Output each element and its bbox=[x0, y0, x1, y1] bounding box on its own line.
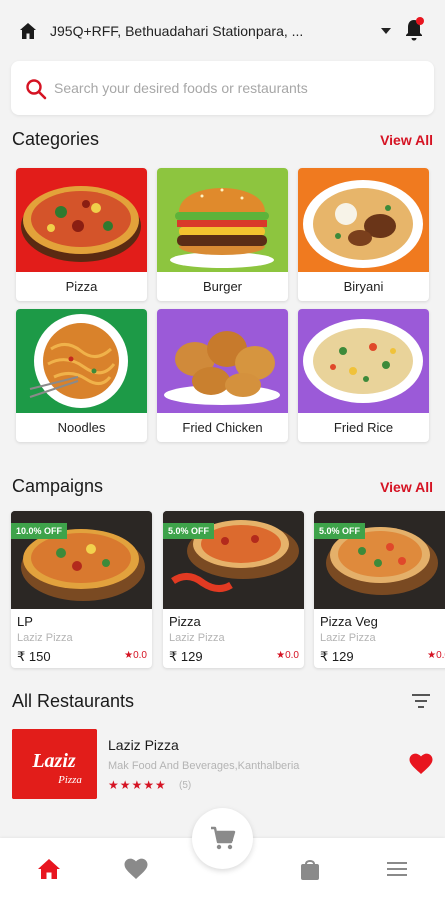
pizza-image bbox=[16, 168, 147, 272]
campaign-name: Pizza bbox=[169, 614, 201, 629]
restaurant-address: Mak Food And Beverages,Kanthalberia bbox=[108, 760, 300, 772]
campaign-restaurant: Laziz Pizza bbox=[169, 632, 225, 644]
category-label: Pizza bbox=[65, 279, 98, 294]
rating-stars: ★★★★★ bbox=[108, 778, 167, 792]
search-bar[interactable]: Search your desired foods or restaurants bbox=[11, 61, 434, 115]
home-icon[interactable] bbox=[37, 858, 61, 880]
campaign-card-lp[interactable]: 10.0% OFF LP Laziz Pizza ₹ 150 ★0.0 bbox=[11, 511, 152, 668]
campaign-name: Pizza Veg bbox=[320, 614, 378, 629]
categories-view-all-link[interactable]: View All bbox=[380, 132, 433, 148]
campaign-price: ₹ 129 bbox=[320, 649, 354, 664]
category-label: Fried Rice bbox=[333, 420, 394, 435]
campaign-restaurant: Laziz Pizza bbox=[17, 632, 73, 644]
category-card-pizza[interactable]: Pizza bbox=[16, 168, 147, 301]
logo-text: Laziz bbox=[31, 750, 76, 772]
campaign-rating: ★0.0 bbox=[427, 650, 445, 661]
restaurant-name: Laziz Pizza bbox=[108, 737, 179, 753]
all-restaurants-title: All Restaurants bbox=[12, 691, 135, 711]
categories-title: Categories bbox=[12, 129, 100, 149]
category-card-biryani[interactable]: Biryani bbox=[298, 168, 429, 301]
cart-icon bbox=[211, 826, 236, 850]
discount-badge: 5.0% OFF bbox=[163, 523, 215, 539]
location-address[interactable]: J95Q+RFF, Bethuadahari Stationpara, ... bbox=[50, 23, 370, 39]
svg-text:Pizza: Pizza bbox=[57, 774, 82, 786]
campaign-restaurant: Laziz Pizza bbox=[320, 632, 376, 644]
campaign-card-pizza[interactable]: 5.0% OFF Pizza Laziz Pizza ₹ 129 ★0.0 bbox=[163, 511, 304, 668]
home-icon[interactable] bbox=[18, 21, 38, 41]
category-label: Burger bbox=[202, 279, 243, 294]
bag-icon[interactable] bbox=[298, 858, 322, 880]
notification-dot bbox=[416, 17, 424, 25]
noodles-image bbox=[16, 309, 147, 413]
biryani-image bbox=[298, 168, 429, 272]
fried-chicken-image bbox=[157, 309, 288, 413]
campaign-rating: ★0.0 bbox=[124, 650, 147, 661]
heart-icon[interactable] bbox=[124, 858, 148, 880]
fried-rice-image bbox=[298, 309, 429, 413]
campaign-price: ₹ 150 bbox=[17, 649, 51, 664]
top-bar: J95Q+RFF, Bethuadahari Stationpara, ... bbox=[0, 0, 445, 60]
menu-icon[interactable] bbox=[385, 858, 409, 880]
burger-image bbox=[157, 168, 288, 272]
campaign-card-pizza-veg[interactable]: 5.0% OFF Pizza Veg Laziz Pizza ₹ 129 ★0.… bbox=[314, 511, 445, 668]
category-card-fried-chicken[interactable]: Fried Chicken bbox=[157, 309, 288, 442]
dropdown-caret-icon[interactable] bbox=[381, 28, 391, 34]
discount-badge: 10.0% OFF bbox=[11, 523, 68, 539]
category-card-fried-rice[interactable]: Fried Rice bbox=[298, 309, 429, 442]
restaurant-card-laziz-pizza[interactable]: Laziz Pizza Laziz Pizza Mak Food And Bev… bbox=[0, 723, 445, 808]
rating-count: (5) bbox=[179, 780, 192, 791]
campaign-price: ₹ 129 bbox=[169, 649, 203, 664]
cart-button[interactable] bbox=[192, 808, 253, 869]
search-input[interactable]: Search your desired foods or restaurants bbox=[54, 80, 308, 96]
search-icon bbox=[26, 79, 47, 100]
campaign-rating: ★0.0 bbox=[276, 650, 299, 661]
category-label: Noodles bbox=[57, 420, 106, 435]
campaign-name: LP bbox=[17, 614, 33, 629]
restaurant-logo: Laziz Pizza bbox=[12, 729, 97, 799]
filter-icon[interactable] bbox=[411, 693, 431, 709]
category-label: Biryani bbox=[343, 279, 384, 294]
favorite-heart-icon[interactable] bbox=[409, 753, 433, 775]
category-card-noodles[interactable]: Noodles bbox=[16, 309, 147, 442]
campaigns-title: Campaigns bbox=[12, 476, 104, 496]
campaigns-view-all-link[interactable]: View All bbox=[380, 479, 433, 495]
category-label: Fried Chicken bbox=[182, 420, 263, 435]
category-card-burger[interactable]: Burger bbox=[157, 168, 288, 301]
discount-badge: 5.0% OFF bbox=[314, 523, 366, 539]
